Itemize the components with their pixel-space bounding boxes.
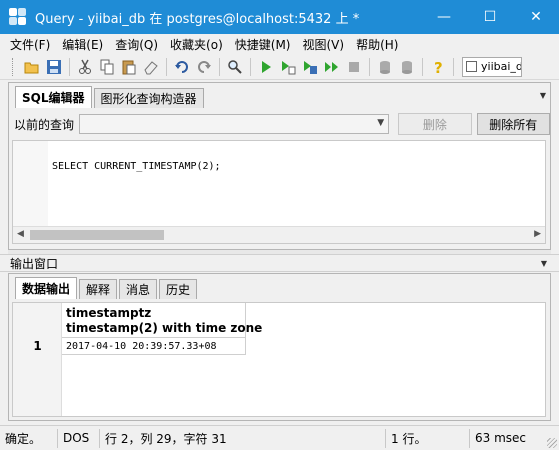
horizontal-scrollbar[interactable]: ◀ ▶: [13, 226, 545, 243]
status-cursor-position: 行 2，列 29，字符 31: [100, 428, 386, 448]
status-row-count: 1 行。: [386, 428, 470, 448]
row-header-column: [13, 303, 62, 416]
status-state: 确定。: [0, 428, 58, 448]
maximize-button[interactable]: ☐: [467, 0, 513, 34]
explain-icon[interactable]: [321, 56, 343, 78]
sql-code[interactable]: SELECT CURRENT_TIMESTAMP(2);: [52, 161, 221, 172]
status-line-ending: DOS: [58, 428, 100, 448]
column-type: timestamp(2) with time zone: [66, 321, 263, 335]
editor-tabs: SQL编辑器 图形化查询构造器: [9, 83, 550, 108]
open-file-icon[interactable]: [21, 56, 43, 78]
menu-favourites[interactable]: 收藏夹(o): [164, 36, 229, 53]
output-panel: 数据输出 解释 消息 历史 timestamptz timestamp(2) w…: [8, 273, 551, 421]
toolbar-separator: [250, 57, 251, 76]
window-title: Query - yiibai_db 在 postgres@localhost:5…: [35, 11, 360, 27]
database-combo-text: yiibai_db: [481, 60, 521, 73]
menu-macros[interactable]: 快捷键(M): [229, 36, 297, 53]
status-bar: 确定。 DOS 行 2，列 29，字符 31 1 行。 63 msec: [0, 425, 559, 450]
editor-panel: SQL编辑器 图形化查询构造器 ▼ 以前的查询 ▼ 删除 删除所有 SELECT…: [8, 82, 551, 250]
menu-edit[interactable]: 编辑(E): [56, 36, 109, 53]
close-button[interactable]: ✕: [513, 0, 559, 34]
rollback-icon[interactable]: [396, 56, 418, 78]
panel-menu-icon[interactable]: ▼: [541, 259, 547, 268]
previous-queries-combo[interactable]: ▼: [78, 114, 390, 134]
tab-explain[interactable]: 解释: [79, 279, 118, 299]
column-name: timestamptz: [66, 306, 152, 320]
menu-query[interactable]: 查询(Q): [109, 36, 164, 53]
toolbar-separator: [166, 57, 167, 76]
undo-icon[interactable]: [171, 56, 193, 78]
scroll-right-icon[interactable]: ▶: [534, 229, 541, 239]
menu-view[interactable]: 视图(V): [296, 36, 350, 53]
panel-menu-icon[interactable]: ▼: [540, 91, 546, 100]
copy-icon[interactable]: [96, 56, 118, 78]
svg-text:?: ?: [434, 59, 443, 75]
status-exec-time: 63 msec: [475, 431, 527, 445]
output-tabs: 数据输出 解释 消息 历史: [9, 274, 550, 299]
scroll-thumb[interactable]: [30, 230, 164, 240]
title-bar: Query - yiibai_db 在 postgres@localhost:5…: [0, 0, 559, 34]
editor-gutter: [13, 141, 48, 227]
toolbar-separator: [422, 57, 423, 76]
toolbar-separator: [219, 57, 220, 76]
column-header[interactable]: timestamptz timestamp(2) with time zone: [62, 303, 263, 338]
app-icon: [9, 8, 27, 26]
cut-icon[interactable]: [74, 56, 96, 78]
previous-queries-label: 以前的查询: [14, 117, 75, 132]
eraser-icon[interactable]: [140, 56, 162, 78]
paste-icon[interactable]: [118, 56, 140, 78]
toolbar-grip[interactable]: [12, 57, 15, 76]
menu-bar: 文件(F) 编辑(E) 查询(Q) 收藏夹(o) 快捷键(M) 视图(V) 帮助…: [0, 34, 559, 54]
previous-queries-row: 以前的查询 ▼ 删除 删除所有: [9, 111, 551, 137]
row-number[interactable]: 1: [13, 338, 62, 355]
checkbox-icon: [466, 61, 477, 72]
tab-sql-editor[interactable]: SQL编辑器: [15, 86, 92, 108]
output-window-title: 输出窗口: [10, 256, 59, 271]
menu-help[interactable]: 帮助(H): [350, 36, 404, 53]
scroll-left-icon[interactable]: ◀: [17, 229, 24, 239]
chevron-down-icon[interactable]: ▼: [377, 118, 384, 128]
execute-pgscript-icon[interactable]: [277, 56, 299, 78]
redo-icon[interactable]: [193, 56, 215, 78]
menu-file[interactable]: 文件(F): [4, 36, 56, 53]
toolbar: ? yiibai_db: [0, 54, 559, 80]
help-icon[interactable]: ?: [427, 56, 449, 78]
output-window-header: 输出窗口 ▼: [0, 254, 559, 272]
table-cell[interactable]: 2017-04-10 20:39:57.33+08: [62, 338, 246, 355]
execute-to-file-icon[interactable]: [299, 56, 321, 78]
execute-icon[interactable]: [255, 56, 277, 78]
data-grid[interactable]: timestamptz timestamp(2) with time zone …: [12, 302, 546, 417]
resize-grip-icon[interactable]: [547, 438, 557, 448]
minimize-button[interactable]: —: [421, 0, 467, 34]
stop-icon[interactable]: [343, 56, 365, 78]
toolbar-separator: [69, 57, 70, 76]
delete-button[interactable]: 删除: [398, 113, 472, 135]
toolbar-separator: [369, 57, 370, 76]
tab-data-output[interactable]: 数据输出: [15, 277, 78, 299]
find-icon[interactable]: [224, 56, 246, 78]
delete-all-button[interactable]: 删除所有: [476, 113, 551, 135]
sql-editor[interactable]: SELECT CURRENT_TIMESTAMP(2); ◀ ▶: [12, 140, 546, 244]
toolbar-separator: [453, 57, 454, 76]
save-icon[interactable]: [43, 56, 65, 78]
database-combo[interactable]: yiibai_db: [462, 56, 522, 77]
tab-graphical-query-builder[interactable]: 图形化查询构造器: [93, 88, 204, 108]
commit-icon[interactable]: [374, 56, 396, 78]
tab-history[interactable]: 历史: [159, 279, 198, 299]
tab-messages[interactable]: 消息: [119, 279, 158, 299]
